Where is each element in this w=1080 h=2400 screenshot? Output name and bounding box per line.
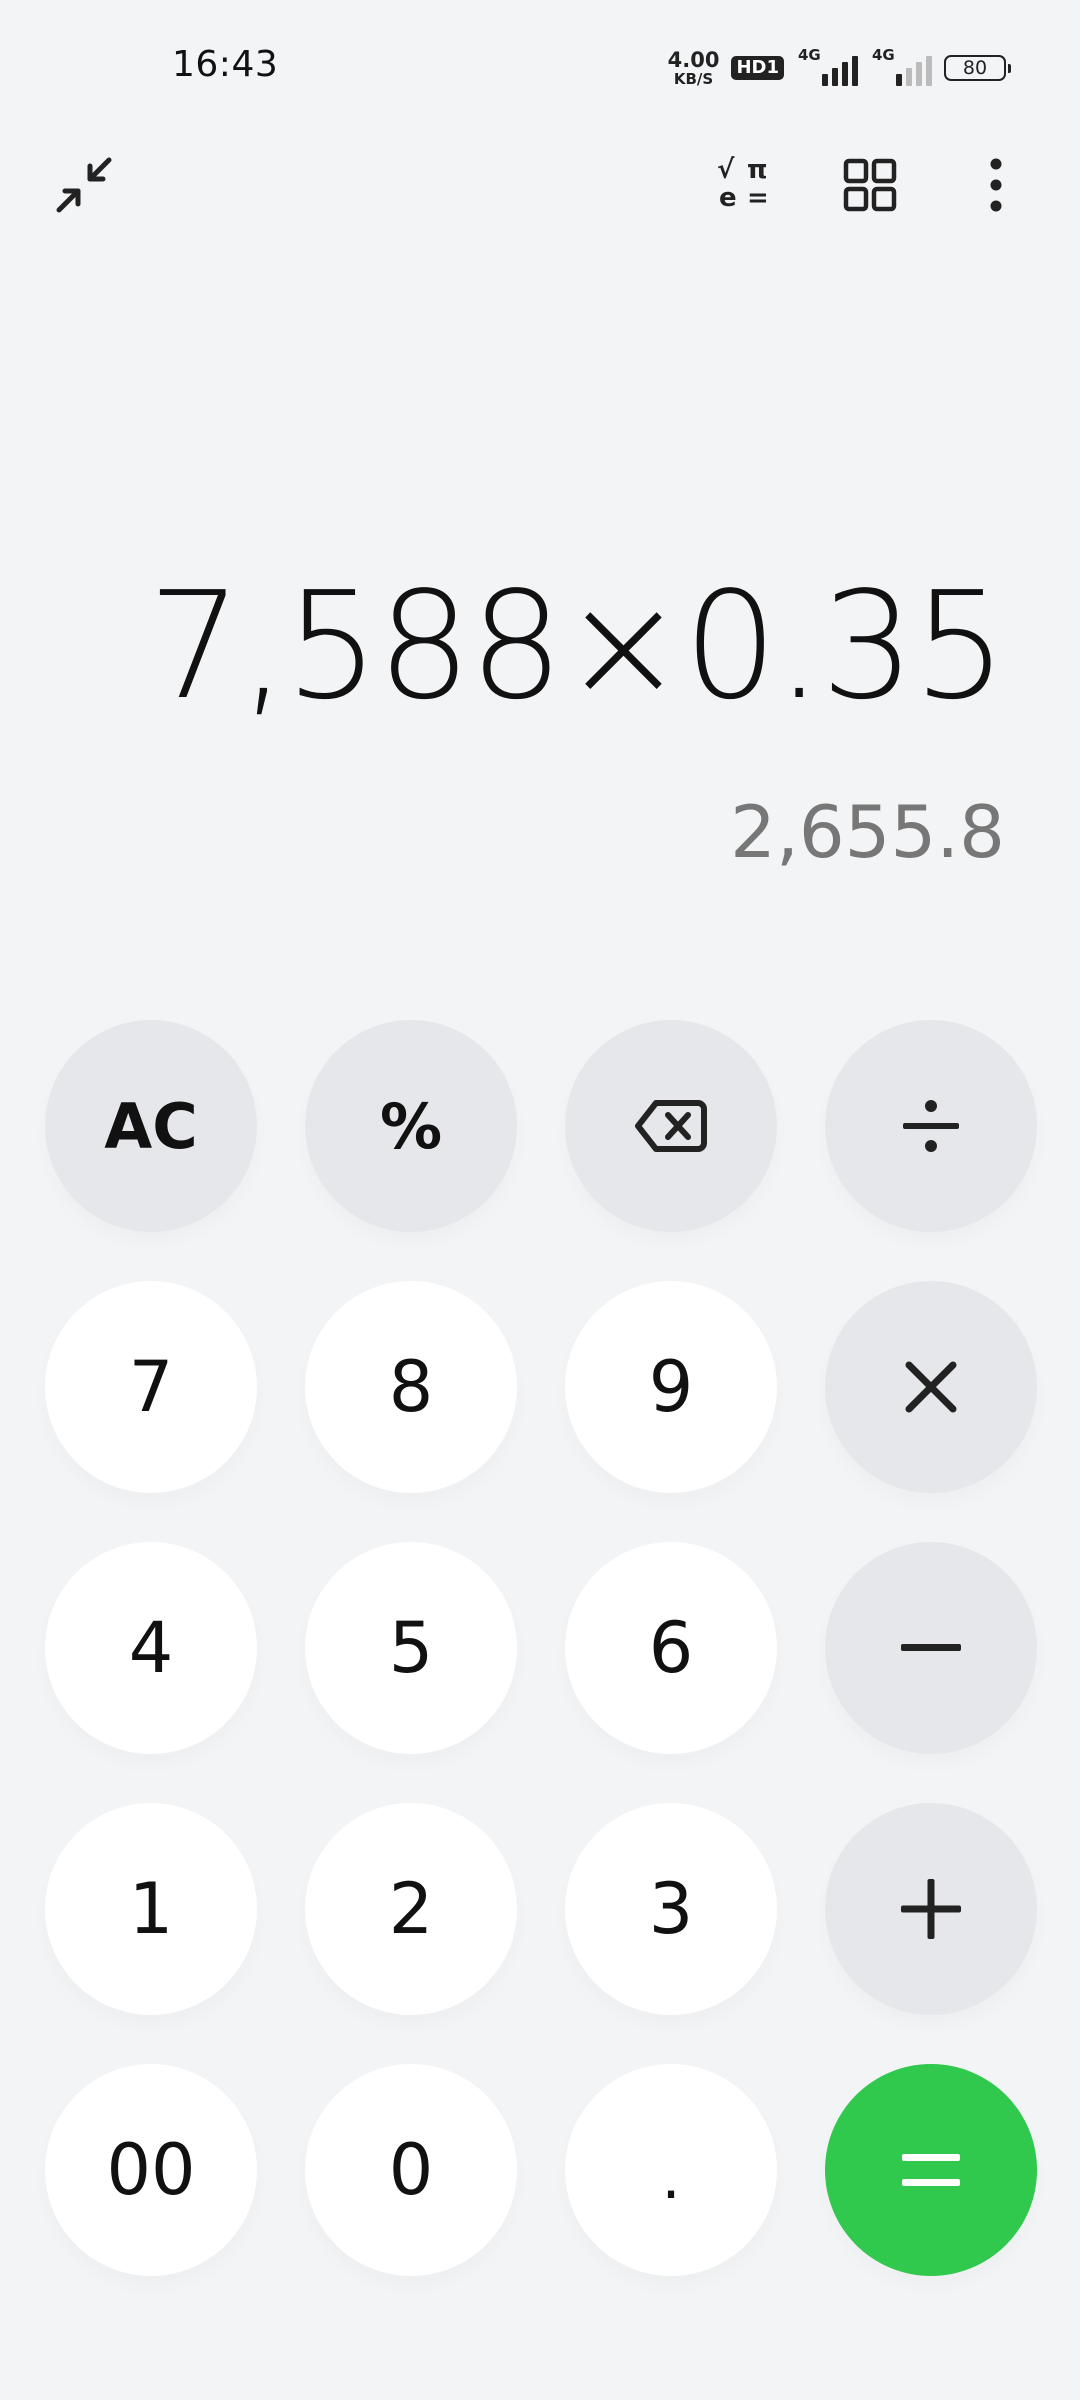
more-vertical-icon[interactable] [966, 155, 1026, 215]
digit-4-button[interactable]: 4 [45, 1542, 257, 1754]
digit-3-button[interactable]: 3 [565, 1803, 777, 2015]
equals-button[interactable] [825, 2064, 1037, 2276]
status-icons: 4.00 KB/S HD1 4G 4G 80 [667, 46, 1011, 88]
backspace-button[interactable] [565, 1020, 777, 1232]
battery-icon: 80 [944, 55, 1011, 81]
all-clear-button[interactable]: AC [45, 1020, 257, 1232]
plus-icon [901, 1879, 961, 1939]
digit-9-button[interactable]: 9 [565, 1281, 777, 1493]
battery-level: 80 [962, 57, 988, 79]
percent-label: % [379, 1089, 443, 1163]
percent-button[interactable]: % [305, 1020, 517, 1232]
hd-voice-icon: HD1 [731, 56, 784, 80]
multiply-button[interactable] [825, 1281, 1037, 1493]
expression-display: 7,588×0.35 [147, 560, 1007, 732]
divide-button[interactable] [825, 1020, 1037, 1232]
scientific-mode-icon[interactable]: √ π e = [715, 155, 775, 215]
sim1-signal-icon: 4G [796, 46, 858, 86]
network-speed: 4.00 KB/S [667, 47, 720, 88]
status-time: 16:43 [172, 44, 279, 85]
digit-6-button[interactable]: 6 [565, 1542, 777, 1754]
digit-0-button[interactable]: 0 [305, 2064, 517, 2276]
multiply-icon [905, 1361, 957, 1413]
network-speed-value: 4.00 [667, 47, 720, 72]
digit-5-button[interactable]: 5 [305, 1542, 517, 1754]
sqrt-glyph: √ [717, 155, 735, 185]
decimal-point-label: . [661, 2143, 681, 2213]
sim2-signal-icon: 4G [870, 46, 932, 86]
digit-2-button[interactable]: 2 [305, 1803, 517, 2015]
double-zero-button[interactable]: 00 [45, 2064, 257, 2276]
all-clear-label: AC [104, 1089, 198, 1163]
collapse-arrows-icon[interactable] [54, 155, 114, 215]
plus-button[interactable] [825, 1803, 1037, 2015]
equals-icon [902, 2154, 960, 2186]
result-preview: 2,655.8 [730, 790, 1005, 874]
sim2-network-label: 4G [872, 46, 895, 64]
minus-icon [901, 1644, 961, 1651]
divide-icon [903, 1100, 959, 1152]
equals-glyph: = [747, 183, 769, 213]
status-bar: 16:43 4.00 KB/S HD1 4G 4G 80 [0, 0, 1080, 130]
backspace-icon [635, 1100, 707, 1152]
digit-8-button[interactable]: 8 [305, 1281, 517, 1493]
digit-7-button[interactable]: 7 [45, 1281, 257, 1493]
e-glyph: e [719, 183, 737, 213]
sim1-network-label: 4G [798, 46, 821, 64]
decimal-point-button[interactable]: . [565, 2064, 777, 2276]
pi-glyph: π [747, 155, 768, 185]
digit-1-button[interactable]: 1 [45, 1803, 257, 2015]
grid-icon[interactable] [840, 155, 900, 215]
minus-button[interactable] [825, 1542, 1037, 1754]
network-speed-unit: KB/S [673, 69, 714, 88]
